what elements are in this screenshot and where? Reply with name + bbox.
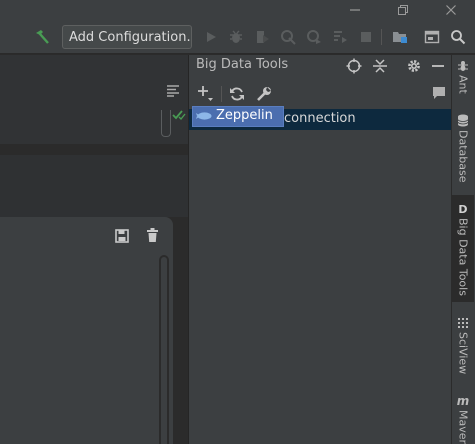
step-over-icon[interactable] [330, 27, 350, 47]
tool-window-tab-maven[interactable]: m Maven [452, 394, 474, 444]
build-hammer-icon[interactable] [32, 27, 52, 47]
tool-window-tab-database[interactable]: Database [452, 114, 474, 186]
attach-debugger-icon[interactable] [304, 27, 324, 47]
save-icon[interactable] [115, 229, 129, 243]
collapse-all-icon[interactable] [372, 58, 388, 74]
settings-gear-icon[interactable] [406, 58, 422, 74]
terminal-window-icon[interactable] [422, 27, 442, 47]
tab-maven-label: Maven [456, 410, 470, 444]
search-everywhere-icon[interactable] [448, 27, 468, 47]
tool-window-tab-big-data-tools[interactable]: D Big Data Tools [452, 195, 474, 302]
toolbar-separator [381, 29, 382, 45]
maven-icon: m [456, 394, 470, 408]
zeppelin-menu-label: Zeppelin [216, 108, 273, 123]
ant-icon [457, 60, 469, 72]
toolbar-separator [221, 86, 222, 102]
refresh-icon[interactable] [229, 86, 245, 102]
run-icon[interactable] [201, 27, 221, 47]
structure-list-icon[interactable] [166, 85, 180, 97]
inspection-ok-icon [172, 109, 186, 121]
add-configuration-button[interactable]: Add Configuration... [62, 25, 192, 49]
big-data-tools-icon: D [458, 203, 468, 216]
sciview-icon [457, 318, 469, 329]
connection-label: connection [284, 111, 356, 126]
big-data-tools-title: Big Data Tools [196, 57, 289, 72]
restore-window-button[interactable] [388, 0, 418, 20]
tab-ant-label: Ant [456, 75, 470, 94]
comment-bubble-icon[interactable] [432, 86, 446, 100]
tab-big-data-tools-label: Big Data Tools [456, 218, 470, 296]
project-structure-icon[interactable] [390, 27, 410, 47]
database-icon [457, 114, 469, 127]
minimize-window-button[interactable] [340, 0, 370, 20]
tool-window-tab-sciview[interactable]: SciView [452, 318, 474, 378]
zeppelin-icon [196, 111, 212, 121]
tool-window-tab-ant[interactable]: Ant [452, 60, 474, 102]
editor-gap [0, 155, 188, 217]
add-connection-icon[interactable] [197, 85, 215, 103]
tab-database-label: Database [456, 130, 470, 183]
delete-icon[interactable] [146, 228, 159, 243]
profile-icon[interactable] [278, 27, 298, 47]
debug-icon[interactable] [226, 27, 246, 47]
hide-panel-icon[interactable] [431, 58, 445, 74]
run-with-coverage-icon[interactable] [252, 27, 272, 47]
editor-scrollbar[interactable] [161, 110, 171, 137]
stop-icon[interactable] [356, 27, 376, 47]
close-window-button[interactable] [436, 0, 466, 20]
panel-scrollbar[interactable] [159, 255, 169, 444]
add-configuration-label: Add Configuration... [69, 29, 192, 45]
editor-tabs-area [0, 55, 188, 144]
wrench-settings-icon[interactable] [256, 86, 272, 102]
tab-sciview-label: SciView [456, 332, 470, 375]
crosshair-target-icon[interactable] [346, 58, 362, 74]
bottom-tool-panel [0, 217, 173, 444]
